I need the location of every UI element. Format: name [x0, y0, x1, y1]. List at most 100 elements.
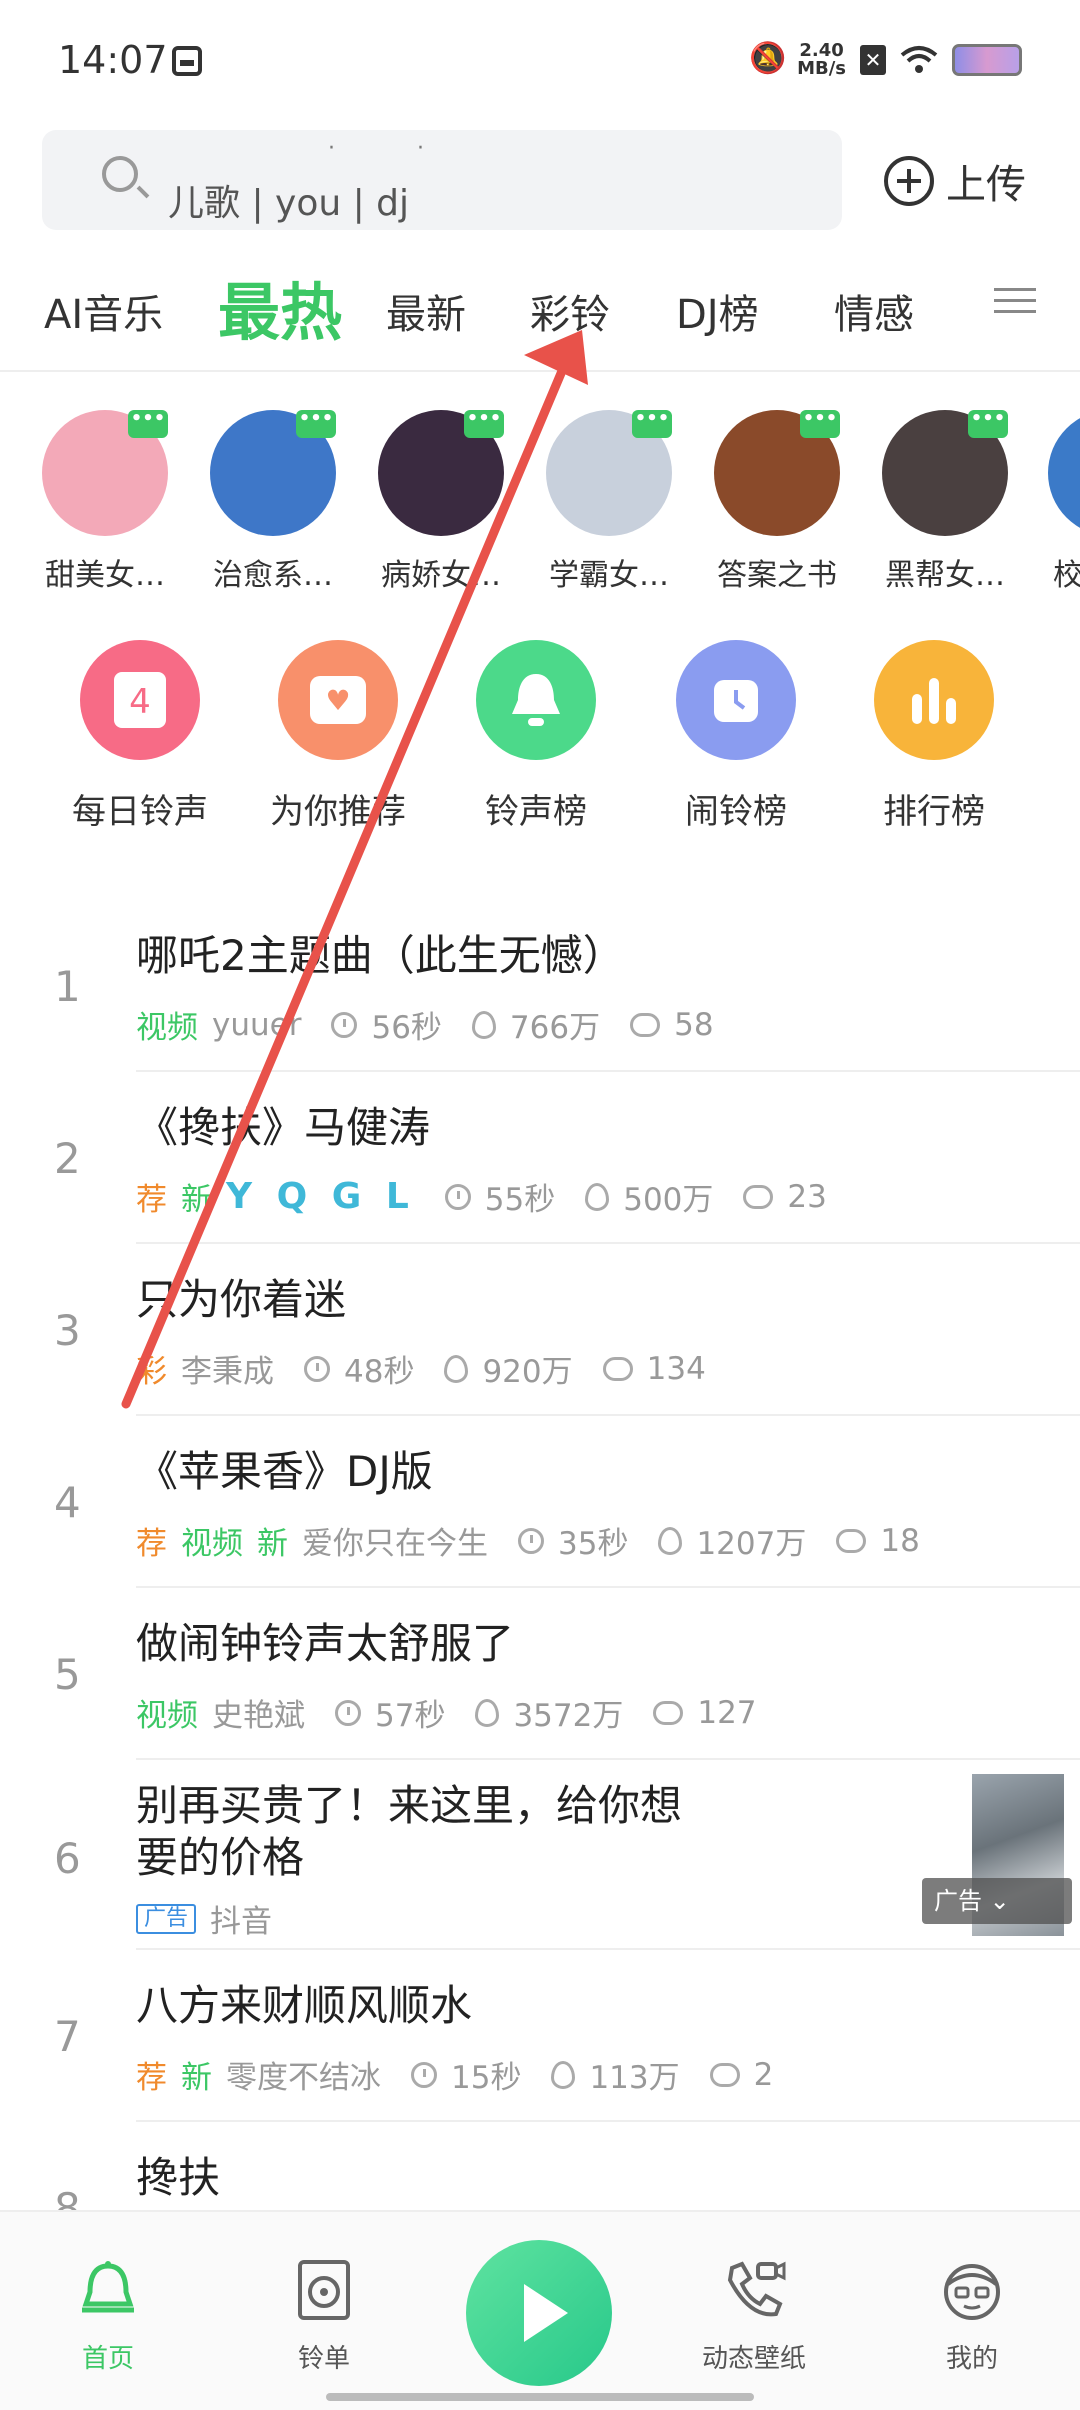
ad-item[interactable]: 6 别再买贵了！来这里，给你想 要的价格 广告 抖音 — [0, 1760, 1080, 1950]
character-item[interactable]: ••• 甜美女… — [42, 410, 168, 594]
list-item[interactable]: 1 哪吒2主题曲（此生无憾） 视频 yuuer 56秒 766万 58 — [0, 900, 1080, 1072]
song-title: 做闹钟铃声太舒服了 — [136, 1619, 515, 1668]
character-item[interactable]: ••• 黑帮女… — [882, 410, 1008, 594]
clock-icon — [331, 1011, 358, 1038]
rank-number: 6 — [54, 1834, 81, 1883]
avatar — [1048, 410, 1080, 536]
tab-dj-chart[interactable]: DJ榜 — [676, 282, 759, 340]
chat-badge-icon: ••• — [800, 410, 840, 438]
fire-icon — [444, 1354, 469, 1383]
list-item[interactable]: 7 八方来财顺风顺水 荐 新 零度不结冰 15秒 113万 2 — [0, 1950, 1080, 2122]
list-item[interactable]: 2 《搀扶》马健涛 荐 新 Y Q G L 55秒 500万 23 — [0, 1072, 1080, 1244]
recommend-button[interactable]: ♥ 为你推荐 — [238, 640, 438, 833]
clock-icon — [304, 1355, 330, 1382]
comment-icon — [743, 1184, 774, 1209]
home-indicator[interactable] — [326, 2393, 754, 2401]
avatar: ••• — [42, 410, 168, 536]
tabs-menu-icon[interactable] — [994, 280, 1036, 326]
tab-newest[interactable]: 最新 — [386, 282, 466, 340]
clock-icon — [444, 1183, 471, 1210]
list-item[interactable]: 5 做闹钟铃声太舒服了 视频 史艳斌 57秒 3572万 127 — [0, 1588, 1080, 1760]
bars-glyph — [912, 678, 956, 724]
avatar: ••• — [546, 410, 672, 536]
tab-color-ring[interactable]: 彩铃 — [530, 282, 610, 340]
song-meta: 视频 史艳斌 57秒 3572万 127 — [136, 1690, 757, 1735]
duration: 56秒 — [371, 1010, 442, 1046]
nav-live-wallpaper[interactable]: 动态壁纸 — [674, 2258, 834, 2375]
list-item[interactable]: 3 只为你着迷 彩 李秉成 48秒 920万 134 — [0, 1244, 1080, 1416]
comment-count: 2 — [753, 2056, 774, 2093]
quick-label: 铃声榜 — [485, 792, 587, 832]
ranking-button[interactable]: 排行榜 — [834, 640, 1034, 833]
search-dots: ·· — [328, 136, 506, 161]
alarm-chart-button[interactable]: 闹铃榜 — [636, 640, 836, 833]
nav-playlist[interactable]: 铃单 — [244, 2258, 404, 2375]
fire-icon — [471, 1010, 496, 1039]
quick-label: 排行榜 — [883, 792, 985, 832]
nav-mine[interactable]: 我的 — [892, 2258, 1052, 2375]
chat-badge-icon: ••• — [464, 410, 504, 438]
character-item[interactable]: ••• 病娇女… — [378, 410, 504, 594]
search-bar[interactable]: ·· 儿歌 | you | dj — [42, 130, 842, 230]
tab-ai-music[interactable]: AI音乐 — [44, 282, 163, 340]
ad-source: 抖音 — [210, 1904, 273, 1940]
play-count: 3572万 — [513, 1698, 624, 1734]
rank-number: 4 — [54, 1478, 81, 1527]
face-icon — [944, 2264, 1000, 2320]
tab-hottest[interactable]: 最热 — [218, 262, 342, 352]
upload-button[interactable]: 上传 — [884, 150, 1026, 212]
artist-name: 李秉成 — [181, 1354, 274, 1390]
comment-icon — [653, 1700, 684, 1725]
category-tabs: AI音乐 最热 最新 彩铃 DJ榜 情感 — [0, 256, 1080, 356]
radio-heart-icon: ♥ — [278, 640, 398, 760]
daily-ringtone-button[interactable]: 4 每日铃声 — [40, 640, 240, 833]
clock-icon — [335, 1699, 361, 1726]
character-name: 病娇女… — [381, 558, 501, 593]
alarm-glyph — [714, 680, 758, 722]
chat-badge-icon: ••• — [128, 410, 168, 438]
play-button[interactable] — [466, 2240, 612, 2386]
rank-number: 2 — [54, 1134, 81, 1183]
calendar-day: 4 — [114, 672, 166, 728]
ringtone-chart-button[interactable]: 铃声榜 — [436, 640, 636, 833]
avatar: ••• — [210, 410, 336, 536]
artist-name: 史艳斌 — [212, 1698, 305, 1734]
song-meta: 荐 新 零度不结冰 15秒 113万 2 — [136, 2052, 773, 2097]
song-meta: 彩 李秉成 48秒 920万 134 — [136, 1346, 706, 1391]
rank-number: 8 — [54, 2184, 81, 2212]
list-item[interactable]: 8 搀扶 — [0, 2122, 1080, 2212]
character-item[interactable]: ••• 学霸女… — [546, 410, 672, 594]
list-item[interactable]: 4 《苹果香》DJ版 荐 视频 新 爱你只在今生 35秒 1207万 18 — [0, 1416, 1080, 1588]
ad-title-line2: 要的价格 — [136, 1833, 305, 1882]
recommend-tag: 荐 — [136, 1182, 167, 1218]
duration: 35秒 — [558, 1526, 629, 1562]
character-item[interactable]: ••• 答案之书 — [714, 410, 840, 594]
search-icon — [102, 156, 138, 192]
character-item[interactable]: ••• 治愈系… — [210, 410, 336, 594]
artist-name: 零度不结冰 — [226, 2060, 381, 2096]
play-count: 920万 — [482, 1354, 573, 1390]
comment-icon — [630, 1012, 661, 1037]
net-speed-unit: MB/s — [797, 58, 846, 79]
video-tag: 视频 — [181, 1526, 243, 1562]
signal-off-icon: ✕ — [860, 45, 886, 75]
wifi-icon — [900, 46, 938, 73]
tab-emotion[interactable]: 情感 — [834, 282, 914, 340]
character-item[interactable]: 校 — [1048, 410, 1080, 594]
recommend-tag: 荐 — [136, 2060, 167, 2096]
fire-icon — [475, 1698, 500, 1727]
comment-icon — [836, 1528, 867, 1553]
nav-home[interactable]: 首页 — [28, 2258, 188, 2375]
artist-name: yuuer — [212, 1006, 302, 1043]
video-tag: 视频 — [136, 1010, 198, 1046]
voice-characters: ••• 甜美女… ••• 治愈系… ••• 病娇女… ••• 学霸女… ••• … — [0, 410, 1080, 600]
character-name: 黑帮女… — [885, 558, 1005, 593]
fire-icon — [658, 1526, 683, 1555]
song-title: 只为你着迷 — [136, 1275, 347, 1324]
comment-count: 58 — [674, 1006, 714, 1043]
ad-close-label[interactable]: 广告 ⌄ — [922, 1878, 1072, 1924]
chat-badge-icon: ••• — [632, 410, 672, 438]
duration: 57秒 — [375, 1698, 446, 1734]
character-name: 答案之书 — [717, 558, 837, 593]
new-tag: 新 — [257, 1526, 288, 1562]
